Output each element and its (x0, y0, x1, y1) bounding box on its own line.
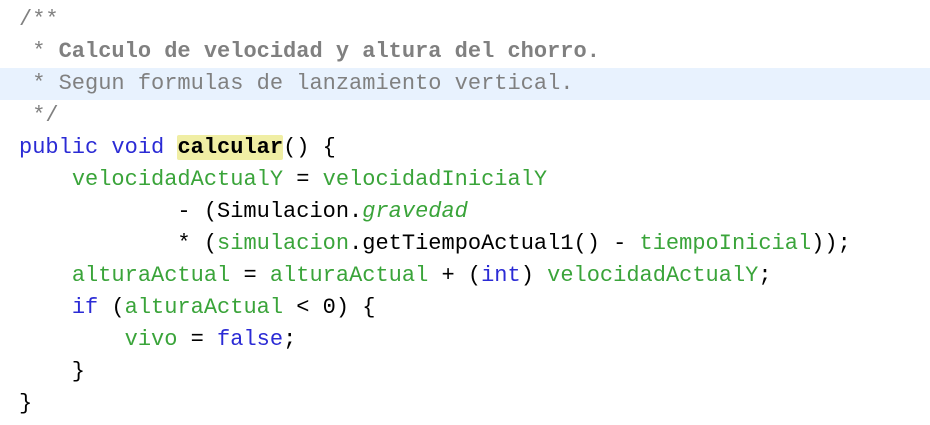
code-token-comment: * Segun formulas de lanzamiento vertical… (19, 71, 574, 96)
code-token-comment: */ (19, 103, 59, 128)
code-token-plain: * ( (19, 231, 218, 256)
code-line[interactable]: */ (0, 100, 930, 132)
code-token-plain: ) (520, 263, 548, 288)
code-token-plain: } (19, 391, 33, 416)
code-token-static-field: gravedad (362, 199, 468, 224)
code-line[interactable]: velocidadActualY = velocidadInicialY (0, 164, 930, 196)
code-token-plain: )); (811, 231, 851, 256)
code-line[interactable]: - (Simulacion.gravedad (0, 196, 930, 228)
code-token-plain: ; (283, 327, 297, 352)
code-token-plain: + ( (428, 263, 482, 288)
code-line[interactable]: /** (0, 4, 930, 36)
code-line[interactable]: * Calculo de velocidad y altura del chor… (0, 36, 930, 68)
code-token-plain: = (283, 167, 323, 192)
code-token-plain: .getTiempoActual1() - (349, 231, 640, 256)
code-token-comment-bold: Calculo de velocidad y altura del chorro… (58, 39, 600, 64)
code-editor[interactable]: /** * Calculo de velocidad y altura del … (0, 0, 930, 425)
code-token-keyword: false (217, 327, 284, 352)
code-token-field: alturaActual (124, 295, 284, 320)
code-line[interactable]: public void calcular() { (0, 132, 930, 164)
code-token-field: simulacion (217, 231, 350, 256)
code-token-method-decl: calcular (177, 135, 284, 160)
code-token-keyword: if (71, 295, 99, 320)
code-token-plain: } (19, 359, 86, 384)
code-line[interactable]: } (0, 356, 930, 388)
code-token-comment: /** (19, 7, 59, 32)
code-token-field: tiempoInicial (639, 231, 812, 256)
code-token-plain: ( (98, 295, 125, 320)
code-token-plain: () { (283, 135, 336, 160)
code-token-keyword: void (111, 135, 165, 160)
code-line[interactable]: * (simulacion.getTiempoActual1() - tiemp… (0, 228, 930, 260)
code-line-current[interactable]: * Segun formulas de lanzamiento vertical… (0, 68, 930, 100)
code-token-plain: - (Simulacion. (19, 199, 363, 224)
code-token-plain: = (230, 263, 270, 288)
code-token-field: velocidadActualY (71, 167, 284, 192)
code-token-field: alturaActual (71, 263, 231, 288)
code-token-field: velocidadInicialY (322, 167, 548, 192)
code-token-plain: ; (758, 263, 772, 288)
code-token-field: alturaActual (269, 263, 429, 288)
code-line[interactable]: } (0, 388, 930, 420)
code-token-field: vivo (124, 327, 178, 352)
code-token-field: velocidadActualY (547, 263, 759, 288)
code-line[interactable]: vivo = false; (0, 324, 930, 356)
code-token-plain: = (177, 327, 218, 352)
code-token-keyword: public (19, 135, 99, 160)
code-line[interactable]: if (alturaActual < 0) { (0, 292, 930, 324)
code-token-keyword: int (481, 263, 521, 288)
code-line[interactable]: alturaActual = alturaActual + (int) velo… (0, 260, 930, 292)
code-token-plain: < 0) { (283, 295, 376, 320)
code-token-comment: * (19, 39, 59, 64)
